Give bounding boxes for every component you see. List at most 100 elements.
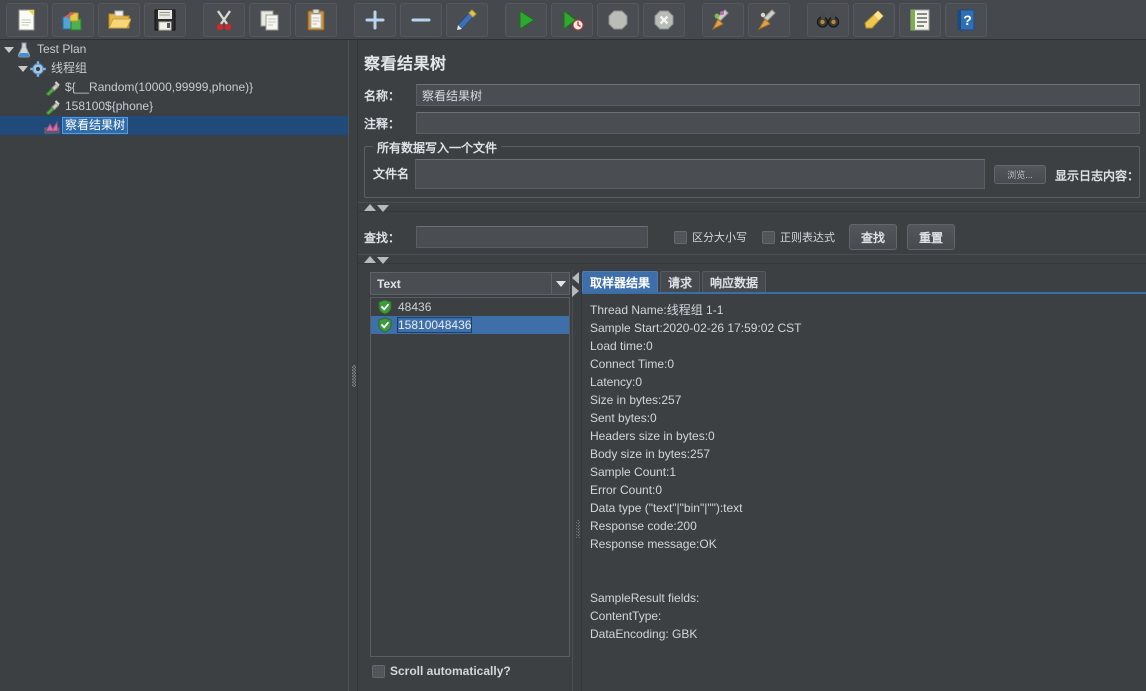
filename-input[interactable] — [415, 159, 985, 189]
reset-search-button[interactable] — [853, 2, 895, 37]
paste-button[interactable] — [295, 2, 337, 37]
test-plan-flask-icon — [17, 42, 31, 57]
case-sensitive-label: 区分大小写 — [692, 232, 747, 244]
plus-icon — [365, 10, 385, 29]
split-grip — [888, 206, 910, 211]
write-all-data-groupbox: 所有数据写入一个文件 文件名 浏览... 显示日志内容： — [364, 139, 1140, 198]
tree-collapse-arrow-icon[interactable] — [16, 62, 30, 76]
toolbar-separator — [339, 0, 348, 40]
cut-button[interactable] — [203, 2, 245, 37]
renderer-selected-value: Text — [377, 276, 401, 291]
results-detail-splitter[interactable] — [572, 270, 582, 691]
toolbar-group-run — [499, 2, 687, 37]
search-input[interactable] — [416, 226, 648, 248]
comment-input[interactable] — [416, 112, 1140, 134]
collapse-right-icon — [572, 285, 579, 297]
view-results-tree-panel: 察看结果树 名称： 注释： 所有数据写入一个文件 文件名 浏览... 显示日志内… — [358, 40, 1146, 691]
clear-button[interactable] — [702, 2, 744, 37]
list-item[interactable]: 48436 — [371, 298, 569, 316]
tab-2[interactable]: 响应数据 — [702, 271, 767, 292]
toggle-button[interactable] — [446, 2, 488, 37]
sampler-result-body[interactable]: Thread Name:线程组 1-1 Sample Start:2020-02… — [582, 294, 1146, 691]
stop-button[interactable] — [597, 2, 639, 37]
sampler-pipette-icon — [45, 99, 60, 116]
regex-label: 正则表达式 — [780, 232, 835, 244]
split-collapse-arrows[interactable] — [364, 203, 389, 212]
clear-all-button[interactable] — [748, 2, 790, 37]
tab-1[interactable]: 请求 — [660, 271, 701, 292]
search-row: 查找： 区分大小写 正则表达式 查找 重置 — [364, 224, 955, 250]
copy-button[interactable] — [249, 2, 291, 37]
function-helper-button[interactable] — [899, 2, 941, 37]
name-input[interactable] — [416, 84, 1140, 106]
list-item[interactable]: 15810048436 — [371, 316, 569, 334]
toolbar-group-tree — [348, 2, 490, 37]
comment-label: 注释： — [364, 116, 401, 131]
scroll-automatically-checkbox[interactable] — [372, 664, 385, 678]
toolbar-separator — [792, 0, 801, 40]
toolbar-group-search: ? — [801, 2, 989, 37]
results-list[interactable]: 48436 15810048436 — [370, 297, 570, 657]
scroll-automatically-label: Scroll automatically? — [390, 664, 511, 678]
browse-button[interactable]: 浏览... — [994, 165, 1046, 184]
templates-button[interactable] — [52, 2, 94, 37]
start-button[interactable] — [505, 2, 547, 37]
toolbar-group-file — [0, 2, 188, 37]
success-shield-icon — [378, 299, 392, 315]
search-label: 查找： — [364, 230, 401, 245]
inner-split-arrows[interactable] — [572, 272, 579, 297]
lower-split-divider[interactable] — [358, 254, 1146, 264]
tree-node-2[interactable]: ${__Random(10000,99999,phone)} — [0, 78, 348, 97]
renderer-combo[interactable]: Text — [370, 272, 570, 295]
broom-clear-icon — [711, 8, 729, 30]
tree-node-1[interactable]: 线程组 — [0, 59, 348, 78]
regex-checkbox-wrap[interactable]: 正则表达式 — [762, 229, 835, 245]
find-button[interactable]: 查找 — [849, 224, 897, 250]
test-plan-tree[interactable]: Test Plan 线程组 ${__Random(10000,99999,phone… — [0, 40, 348, 691]
tree-expand-arrow-icon — [30, 119, 44, 133]
log-display-label: 显示日志内容： — [1055, 169, 1140, 183]
result-tab-bar: 取样器结果 请求 响应数据 — [582, 270, 1146, 294]
play-no-timer-icon — [563, 9, 584, 30]
reset-button[interactable]: 重置 — [907, 224, 955, 250]
save-button[interactable] — [144, 2, 186, 37]
chevron-down-icon[interactable] — [551, 273, 569, 294]
case-sensitive-checkbox[interactable] — [674, 230, 687, 244]
tree-expand-arrow-icon — [30, 100, 44, 114]
collapse-up-icon — [364, 204, 376, 211]
tree-node-4[interactable]: 察看结果树 — [0, 116, 348, 135]
main-toolbar: ? — [0, 0, 1146, 40]
regex-checkbox[interactable] — [762, 230, 775, 244]
search-button[interactable] — [807, 2, 849, 37]
tab-0[interactable]: 取样器结果 — [582, 271, 659, 292]
tree-node-label: 察看结果树 — [61, 117, 129, 134]
upper-split-divider[interactable] — [358, 202, 1146, 212]
collapse-all-button[interactable] — [400, 2, 442, 37]
play-green-icon — [519, 9, 535, 30]
collapse-up-icon — [364, 256, 376, 263]
help-button[interactable]: ? — [945, 2, 987, 37]
case-sensitive-checkbox-wrap[interactable]: 区分大小写 — [674, 229, 747, 245]
open-button[interactable] — [98, 2, 140, 37]
list-item-label: 15810048436 — [396, 317, 473, 333]
split-collapse-arrows-2[interactable] — [364, 255, 389, 264]
success-shield-icon — [378, 317, 392, 333]
new-test-plan-button[interactable] — [6, 2, 48, 37]
copy-pages-icon — [260, 10, 279, 30]
save-disk-icon — [154, 9, 176, 30]
tree-node-label: Test Plan — [37, 42, 87, 56]
write-all-data-title: 所有数据写入一个文件 — [373, 139, 502, 156]
tree-node-icon-wrap — [30, 60, 46, 77]
start-no-timers-button[interactable] — [551, 2, 593, 37]
page-title: 察看结果树 — [364, 56, 447, 73]
tree-content-splitter[interactable] — [348, 40, 358, 691]
tree-node-0[interactable]: Test Plan — [0, 40, 348, 59]
svg-text:?: ? — [963, 12, 972, 28]
tree-node-3[interactable]: 158100${phone} — [0, 97, 348, 116]
shutdown-button[interactable] — [643, 2, 685, 37]
expand-all-button[interactable] — [354, 2, 396, 37]
scroll-automatically-wrap[interactable]: Scroll automatically? — [372, 664, 511, 678]
tree-collapse-arrow-icon[interactable] — [2, 43, 16, 57]
toolbar-group-clear — [696, 2, 792, 37]
tree-node-icon-wrap — [44, 80, 60, 97]
